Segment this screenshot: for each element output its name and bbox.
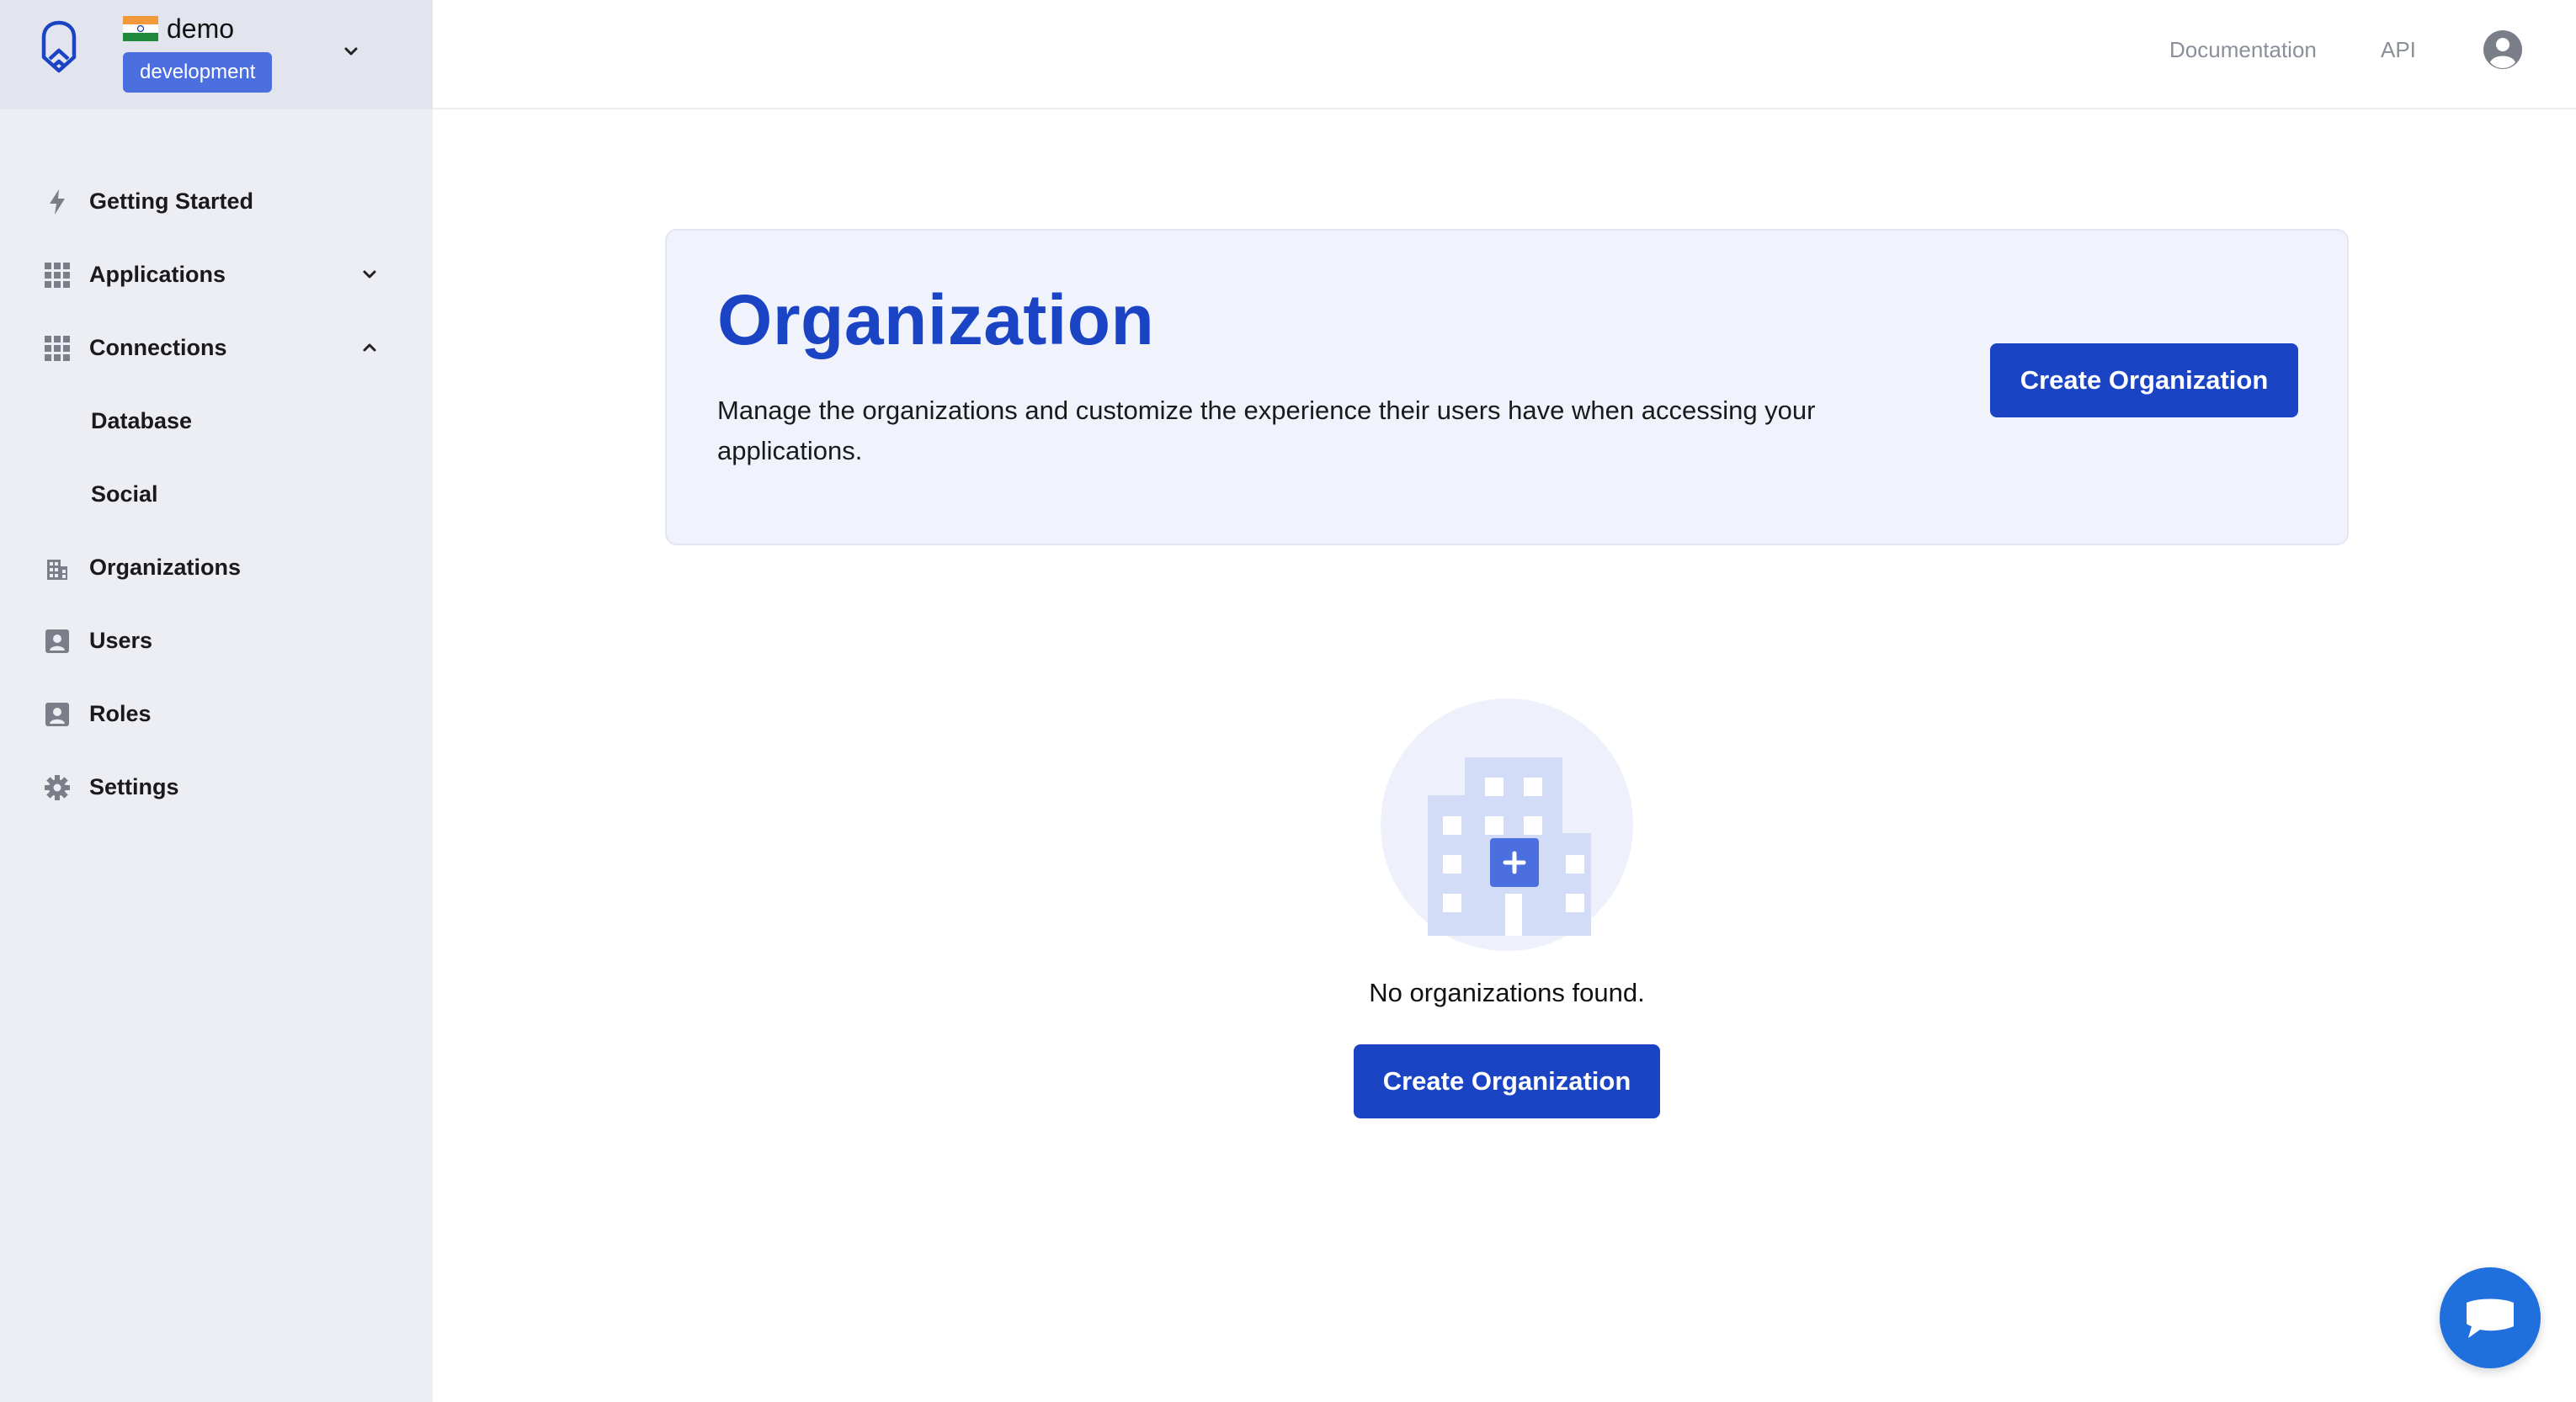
sidebar-item-organizations[interactable]: Organizations — [0, 531, 433, 604]
building-plus-icon — [1381, 698, 1633, 951]
tenant-name: demo — [167, 13, 235, 44]
sidebar-item-connections[interactable]: Connections — [0, 311, 433, 385]
grid-icon — [42, 333, 72, 364]
lightning-icon — [42, 187, 72, 217]
user-badge-icon — [42, 626, 72, 656]
chevron-down-icon[interactable] — [338, 39, 364, 64]
sidebar-item-applications[interactable]: Applications — [0, 238, 433, 311]
gear-icon — [42, 773, 72, 803]
chevron-down-icon[interactable] — [357, 262, 382, 287]
sidebar-item-social[interactable]: Social — [0, 458, 433, 531]
account-circle-icon[interactable] — [2482, 29, 2524, 71]
building-icon — [42, 553, 72, 583]
sidebar: demo development Getting Started Applica… — [0, 0, 433, 1402]
chat-bubble-icon — [2467, 1298, 2514, 1338]
sidebar-item-settings[interactable]: Settings — [0, 751, 433, 824]
page-title: Organization — [717, 280, 1155, 359]
empty-state-message: No organizations found. — [1369, 978, 1645, 1007]
organization-hero-card: Organization Manage the organizations an… — [665, 229, 2349, 545]
india-flag-icon — [123, 16, 158, 41]
documentation-link[interactable]: Documentation — [2169, 37, 2317, 63]
tenant-switcher[interactable]: demo development — [0, 0, 433, 109]
chevron-up-icon[interactable] — [357, 335, 382, 360]
grid-icon — [42, 260, 72, 290]
create-organization-button[interactable]: Create Organization — [1990, 343, 2298, 417]
api-link[interactable]: API — [2381, 37, 2416, 63]
create-organization-empty-button[interactable]: Create Organization — [1354, 1044, 1660, 1118]
sidebar-item-database[interactable]: Database — [0, 385, 433, 458]
user-badge-icon — [42, 699, 72, 730]
top-bar: Documentation API — [433, 0, 2576, 109]
sidebar-nav: Getting Started Applications Connections… — [0, 165, 433, 824]
environment-badge: development — [123, 52, 273, 93]
sidebar-item-roles[interactable]: Roles — [0, 677, 433, 751]
sidebar-item-getting-started[interactable]: Getting Started — [0, 165, 433, 238]
sidebar-item-users[interactable]: Users — [0, 604, 433, 677]
page-description: Manage the organizations and customize t… — [717, 396, 1816, 465]
shield-logo-icon — [41, 20, 77, 73]
chat-button[interactable] — [2440, 1267, 2541, 1368]
